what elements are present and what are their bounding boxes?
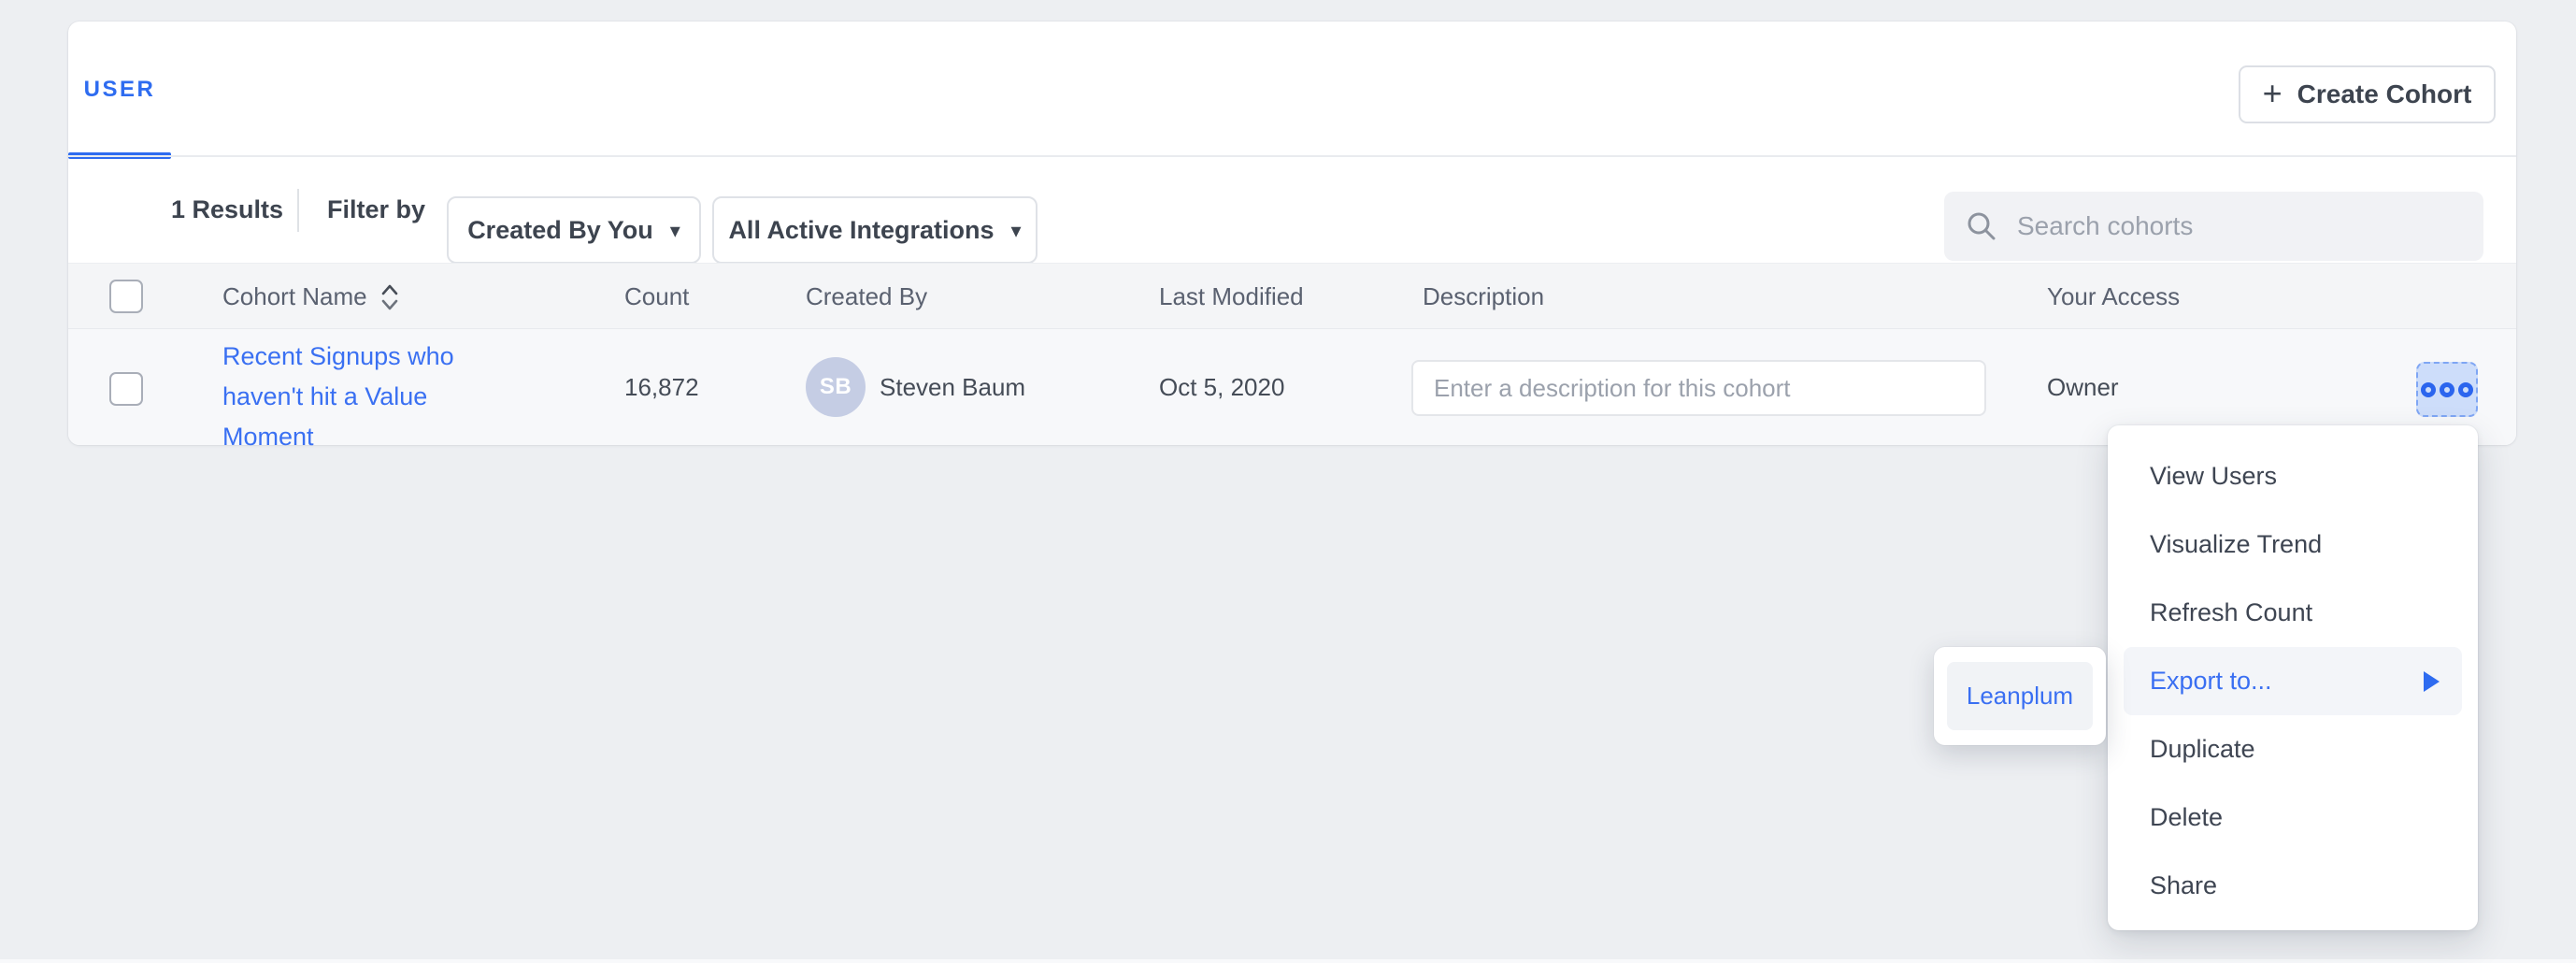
- column-header-cohort-name[interactable]: Cohort Name: [222, 264, 399, 330]
- menu-item-share[interactable]: Share: [2108, 852, 2478, 920]
- plus-icon: +: [2263, 77, 2283, 110]
- search-box: [1944, 192, 2483, 261]
- more-options-icon: [2458, 382, 2473, 397]
- more-options-button[interactable]: [2416, 362, 2478, 417]
- menu-item-view-users[interactable]: View Users: [2108, 442, 2478, 510]
- column-header-description: Description: [1423, 264, 1544, 330]
- cohort-name-link[interactable]: Recent Signups who haven't hit a Value M…: [222, 337, 470, 457]
- tab-bar: USER + Create Cohort: [68, 22, 2516, 157]
- tab-user[interactable]: USER: [68, 22, 171, 157]
- create-cohort-label: Create Cohort: [2297, 79, 2472, 109]
- column-header-your-access: Your Access: [2047, 264, 2180, 330]
- select-all-checkbox[interactable]: [109, 280, 143, 313]
- column-header-count: Count: [624, 264, 689, 330]
- integrations-dropdown[interactable]: All Active Integrations ▾: [712, 196, 1038, 264]
- search-input[interactable]: [2017, 211, 2463, 241]
- table-header: Cohort Name Count Created By Last Modifi…: [68, 263, 2516, 329]
- menu-item-refresh-count[interactable]: Refresh Count: [2108, 579, 2478, 647]
- created-by-name: Steven Baum: [880, 329, 1025, 445]
- cohort-count: 16,872: [624, 329, 699, 445]
- filter-by-label: Filter by: [327, 157, 425, 263]
- access-level: Owner: [2047, 329, 2119, 445]
- page: USER + Create Cohort 1 Results Filter by…: [0, 0, 2576, 963]
- chevron-down-icon: ▾: [670, 219, 680, 243]
- menu-item-export-to[interactable]: Export to...: [2124, 647, 2462, 715]
- search-icon: [1965, 209, 1998, 243]
- tab-user-label: USER: [84, 77, 156, 103]
- more-options-icon: [2421, 382, 2436, 397]
- toolbar-divider: [297, 189, 299, 232]
- export-submenu: Leanplum: [1934, 647, 2106, 745]
- create-cohort-button[interactable]: + Create Cohort: [2239, 65, 2496, 123]
- more-options-icon: [2440, 382, 2454, 397]
- row-checkbox[interactable]: [109, 372, 143, 406]
- toolbar: 1 Results Filter by Created By You ▾ All…: [68, 157, 2516, 263]
- submenu-arrow-icon: [2424, 671, 2440, 692]
- column-header-created-by: Created By: [806, 264, 927, 330]
- context-menu: View Users Visualize Trend Refresh Count…: [2108, 425, 2478, 930]
- chevron-down-icon: ▾: [1011, 219, 1022, 243]
- integrations-dropdown-label: All Active Integrations: [728, 216, 994, 245]
- created-by-dropdown[interactable]: Created By You ▾: [447, 196, 701, 264]
- last-modified-date: Oct 5, 2020: [1159, 329, 1284, 445]
- sort-icon: [380, 281, 399, 313]
- menu-item-duplicate[interactable]: Duplicate: [2108, 715, 2478, 783]
- column-header-last-modified: Last Modified: [1159, 264, 1304, 330]
- submenu-item-leanplum[interactable]: Leanplum: [1947, 662, 2093, 730]
- created-by-dropdown-label: Created By You: [467, 216, 653, 245]
- cohorts-card: USER + Create Cohort 1 Results Filter by…: [68, 22, 2516, 445]
- page-bottom-edge: [0, 959, 2576, 963]
- description-input[interactable]: [1411, 360, 1986, 416]
- menu-item-visualize-trend[interactable]: Visualize Trend: [2108, 510, 2478, 579]
- menu-item-delete[interactable]: Delete: [2108, 783, 2478, 852]
- menu-item-export-label: Export to...: [2150, 667, 2272, 696]
- results-count: 1 Results: [171, 157, 283, 263]
- avatar: SB: [806, 357, 866, 417]
- column-label: Cohort Name: [222, 282, 367, 311]
